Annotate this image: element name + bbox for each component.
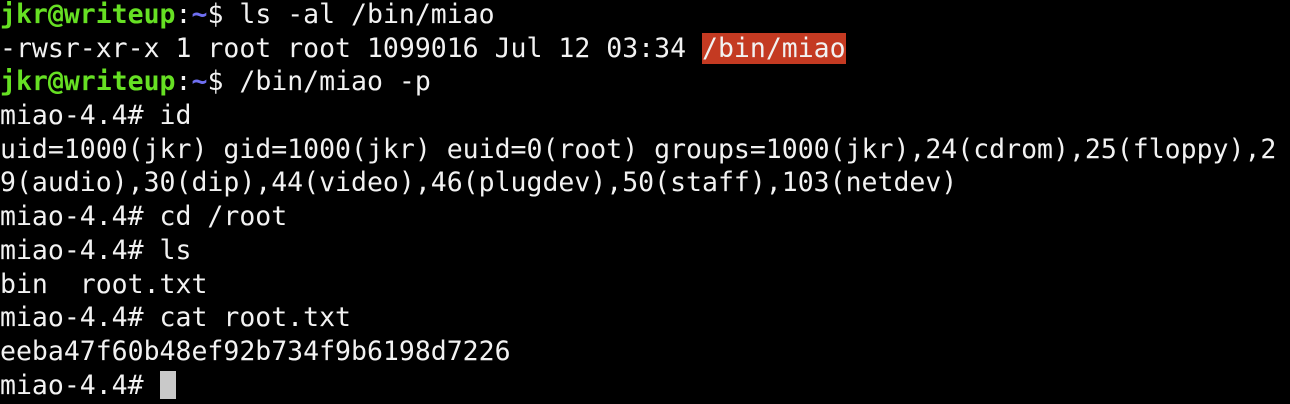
root-command-line: miao-4.4# ls (0, 234, 192, 266)
terminal-window[interactable]: jkr@writeup:~$ ls -al /bin/miao -rwsr-xr… (0, 0, 1290, 404)
root-command-line: miao-4.4# cd /root (0, 201, 288, 233)
text-cursor (159, 370, 176, 399)
prompt-path: ~ (191, 0, 208, 30)
output-line: uid=1000(jkr) gid=1000(jkr) euid=0(root)… (0, 133, 1277, 165)
command-text: ls -al /bin/miao (239, 0, 495, 30)
prompt-symbol: $ (207, 66, 240, 98)
root-command-line: miao-4.4# cat root.txt (0, 302, 351, 334)
root-prompt: miao-4.4# (0, 369, 160, 401)
flag-output-line: eeba47f60b48ef92b734f9b6198d7226 (0, 335, 511, 367)
prompt-path: ~ (191, 66, 208, 98)
prompt-user-host: jkr@writeup (0, 66, 176, 98)
output-line: bin root.txt (0, 268, 208, 300)
prompt-user-host: jkr@writeup (0, 0, 176, 30)
active-command-line[interactable]: miao-4.4# (0, 369, 1290, 403)
file-permissions-text: -rwsr-xr-x 1 root root 1099016 Jul 12 03… (0, 32, 702, 64)
output-line: 9(audio),30(dip),44(video),46(plugdev),5… (0, 167, 958, 199)
prompt-colon: : (175, 66, 192, 98)
root-command-line: miao-4.4# id (0, 100, 192, 132)
terminal-output: jkr@writeup:~$ ls -al /bin/miao -rwsr-xr… (0, 0, 1290, 402)
output-line: -rwsr-xr-x 1 root root 1099016 Jul 12 03… (0, 32, 1290, 66)
prompt-colon: : (175, 0, 192, 30)
command-line: jkr@writeup:~$ ls -al /bin/miao (0, 0, 1290, 32)
command-text: /bin/miao -p (239, 66, 431, 98)
suid-file-highlight: /bin/miao (702, 32, 846, 64)
command-line: jkr@writeup:~$ /bin/miao -p (0, 65, 1290, 99)
prompt-symbol: $ (207, 0, 240, 30)
